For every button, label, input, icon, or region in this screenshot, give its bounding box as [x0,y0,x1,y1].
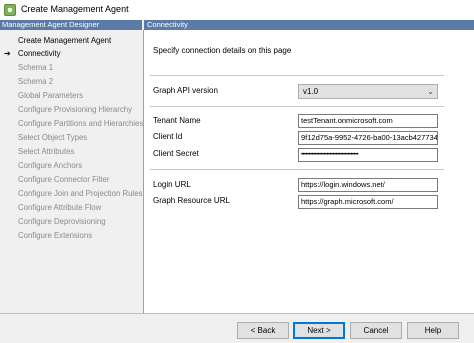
help-button[interactable]: Help [407,322,459,339]
sidebar-item-create-management-agent[interactable]: Create Management Agent [18,36,111,46]
connectivity-panel: Specify connection details on this page … [144,30,474,313]
section-divider [150,75,444,76]
cancel-button[interactable]: Cancel [350,322,402,339]
graph-api-version-value: v1.0 [303,87,319,96]
client-id-label: Client Id [153,132,183,141]
graph-resource-url-input[interactable]: https://graph.microsoft.com/ [298,195,438,209]
graph-api-version-label: Graph API version [153,86,218,95]
login-url-input[interactable]: https://login.windows.net/ [298,178,438,192]
graph-resource-url-label: Graph Resource URL [153,196,230,205]
section-divider [150,169,444,170]
client-secret-label: Client Secret [153,149,199,158]
intro-text: Specify connection details on this page [153,46,292,55]
sidebar-item-configure-attribute-flow: Configure Attribute Flow [18,203,102,212]
sidebar-item-configure-provisioning-hierarchy: Configure Provisioning Hierarchy [18,105,132,114]
footer-divider [0,313,474,314]
next-button[interactable]: Next > [293,322,345,339]
sidebar-item-select-attributes: Select Attributes [18,147,75,156]
sidebar-item-schema-1: Schema 1 [18,63,54,72]
window-title: Create Management Agent [21,4,129,14]
graph-api-version-select[interactable]: v1.0 ⌄ [298,84,438,99]
sidebar: ➔ Create Management Agent Connectivity S… [0,30,143,313]
sidebar-item-schema-2: Schema 2 [18,77,54,86]
sidebar-header: Management Agent Designer [0,20,143,30]
app-icon [4,4,16,16]
sidebar-item-global-parameters: Global Parameters [18,91,84,100]
sidebar-item-configure-partitions-and-hierarchies: Configure Partitions and Hierarchies [18,119,144,128]
sidebar-item-configure-deprovisioning: Configure Deprovisioning [18,217,106,226]
title-bar[interactable]: Create Management Agent [0,0,474,20]
tenant-name-input[interactable]: testTenant.onmicrosoft.com [298,114,438,128]
sidebar-item-configure-anchors: Configure Anchors [18,161,83,170]
tenant-name-label: Tenant Name [153,116,201,125]
sidebar-item-select-object-types: Select Object Types [18,133,88,142]
sidebar-item-configure-extensions: Configure Extensions [18,231,93,240]
login-url-label: Login URL [153,180,191,189]
main-header: Connectivity [144,20,474,30]
sidebar-item-connectivity[interactable]: Connectivity [18,49,60,59]
section-divider [150,106,444,107]
create-management-agent-window: Create Management Agent Management Agent… [0,0,474,343]
client-secret-input[interactable]: •••••••••••••••••••••••••••••••••••••• [298,148,438,162]
current-step-arrow-icon: ➔ [4,49,11,58]
sidebar-item-configure-connector-filter: Configure Connector Filter [18,175,110,184]
client-id-input[interactable]: 9f12d75a-9952-4726-ba00-13acb427734 [298,131,438,145]
chevron-down-icon: ⌄ [427,87,434,96]
back-button[interactable]: < Back [237,322,289,339]
sidebar-item-configure-join-and-projection-rules: Configure Join and Projection Rules [18,189,143,198]
